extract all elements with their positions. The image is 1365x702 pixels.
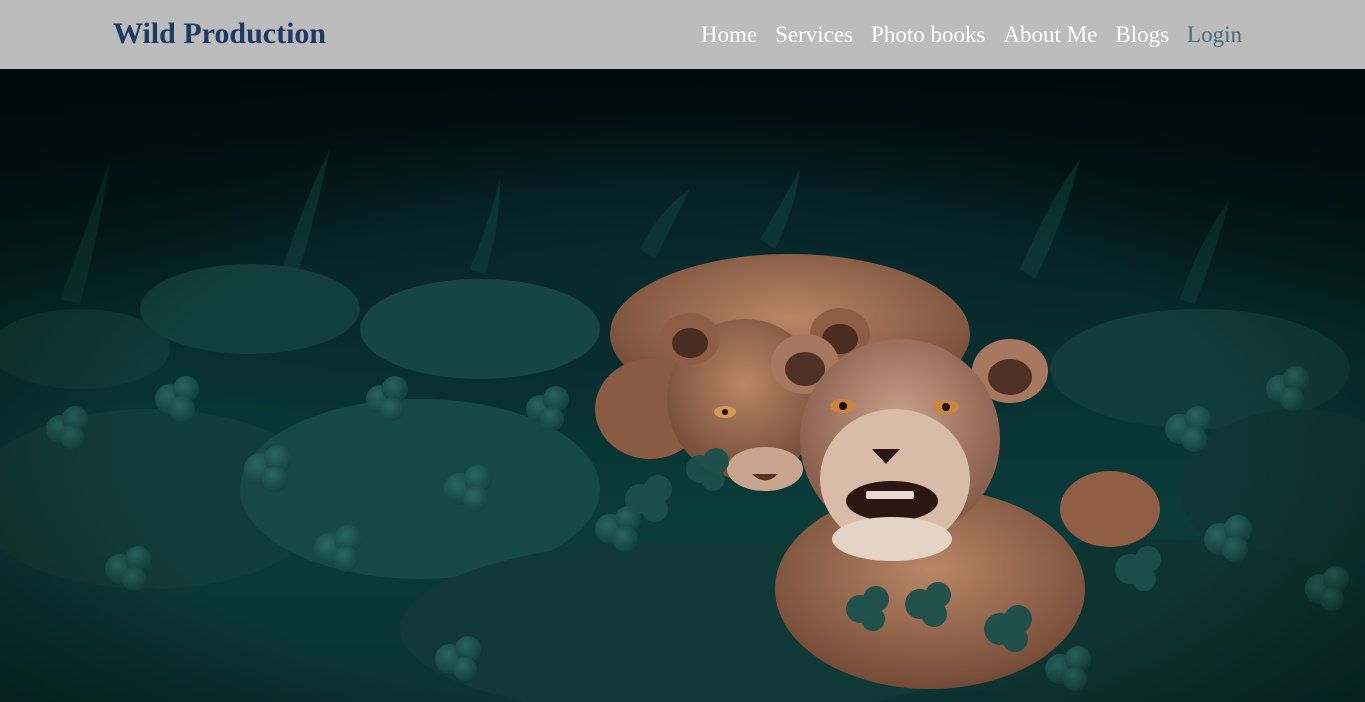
nav-link-services[interactable]: Services: [775, 22, 853, 48]
nav-link-home[interactable]: Home: [701, 22, 757, 48]
brand-logo-text[interactable]: Wild Production: [113, 15, 326, 53]
hero-image-lionesses: [0, 69, 1365, 702]
navbar: Wild Production Home Services Photo book…: [0, 0, 1365, 69]
nav-link-blogs[interactable]: Blogs: [1115, 22, 1169, 48]
hero-banner: [0, 69, 1365, 702]
nav-link-login[interactable]: Login: [1187, 22, 1242, 48]
nav-link-about-me[interactable]: About Me: [1003, 22, 1097, 48]
main-nav: Home Services Photo books About Me Blogs…: [701, 0, 1242, 69]
nav-link-photo-books[interactable]: Photo books: [871, 22, 985, 48]
